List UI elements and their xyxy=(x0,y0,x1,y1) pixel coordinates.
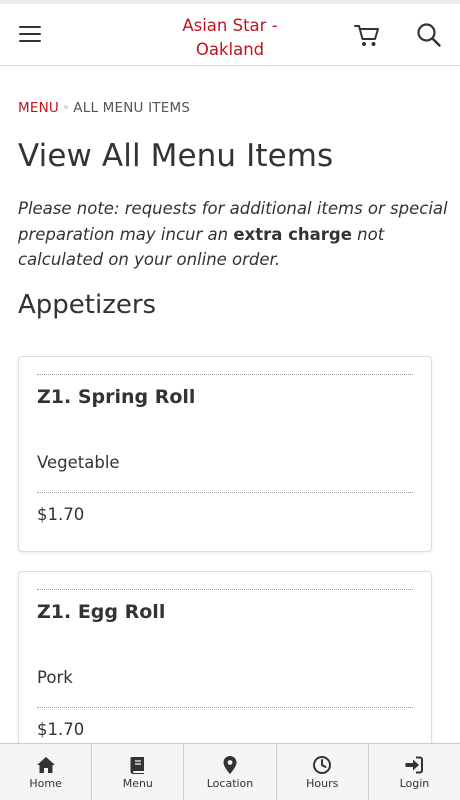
nav-login-label: Login xyxy=(399,777,430,790)
menu-item-card[interactable]: Z1. Egg Roll Pork $1.70 xyxy=(18,571,432,771)
login-icon xyxy=(405,756,424,774)
divider xyxy=(37,374,413,375)
note-extra-charge: extra charge xyxy=(233,224,352,244)
nav-login[interactable]: Login xyxy=(369,744,460,800)
cart-icon[interactable] xyxy=(352,20,382,50)
menu-book-icon xyxy=(130,757,144,774)
nav-location-label: Location xyxy=(206,777,254,790)
nav-menu[interactable]: Menu xyxy=(92,744,185,800)
nav-home[interactable]: Home xyxy=(0,744,93,800)
menu-item-card[interactable]: Z1. Spring Roll Vegetable $1.70 xyxy=(18,356,432,552)
item-price: $1.70 xyxy=(37,720,85,739)
divider xyxy=(37,492,413,493)
breadcrumb-separator: » xyxy=(62,102,70,113)
nav-menu-label: Menu xyxy=(122,777,153,790)
nav-hours[interactable]: Hours xyxy=(277,744,369,800)
bottom-nav: Home Menu Location Hours Login xyxy=(0,743,460,800)
item-description: Pork xyxy=(37,668,73,687)
breadcrumb-menu-link[interactable]: MENU xyxy=(18,100,59,116)
item-name[interactable]: Z1. Egg Roll xyxy=(37,601,165,623)
location-pin-icon xyxy=(223,756,237,774)
restaurant-name[interactable]: Asian Star - Oakland xyxy=(150,14,310,62)
clock-icon xyxy=(313,756,332,774)
nav-hours-label: Hours xyxy=(306,777,339,790)
home-icon xyxy=(36,757,55,773)
item-price: $1.70 xyxy=(37,505,85,524)
item-description: Vegetable xyxy=(37,453,120,472)
divider xyxy=(37,589,413,590)
hamburger-menu-icon[interactable] xyxy=(19,24,43,44)
item-name[interactable]: Z1. Spring Roll xyxy=(37,386,195,408)
search-icon[interactable] xyxy=(414,20,444,50)
divider xyxy=(37,707,413,708)
nav-home-label: Home xyxy=(29,777,62,790)
section-title: Appetizers xyxy=(18,290,157,320)
breadcrumb: MENU» ALL MENU ITEMS xyxy=(18,100,190,116)
nav-location[interactable]: Location xyxy=(184,744,277,800)
site-header: Asian Star - Oakland xyxy=(0,4,460,66)
order-note: Please note: requests for additional ite… xyxy=(18,196,448,273)
page-title: View All Menu Items xyxy=(18,138,334,174)
breadcrumb-current: ALL MENU ITEMS xyxy=(73,100,191,116)
